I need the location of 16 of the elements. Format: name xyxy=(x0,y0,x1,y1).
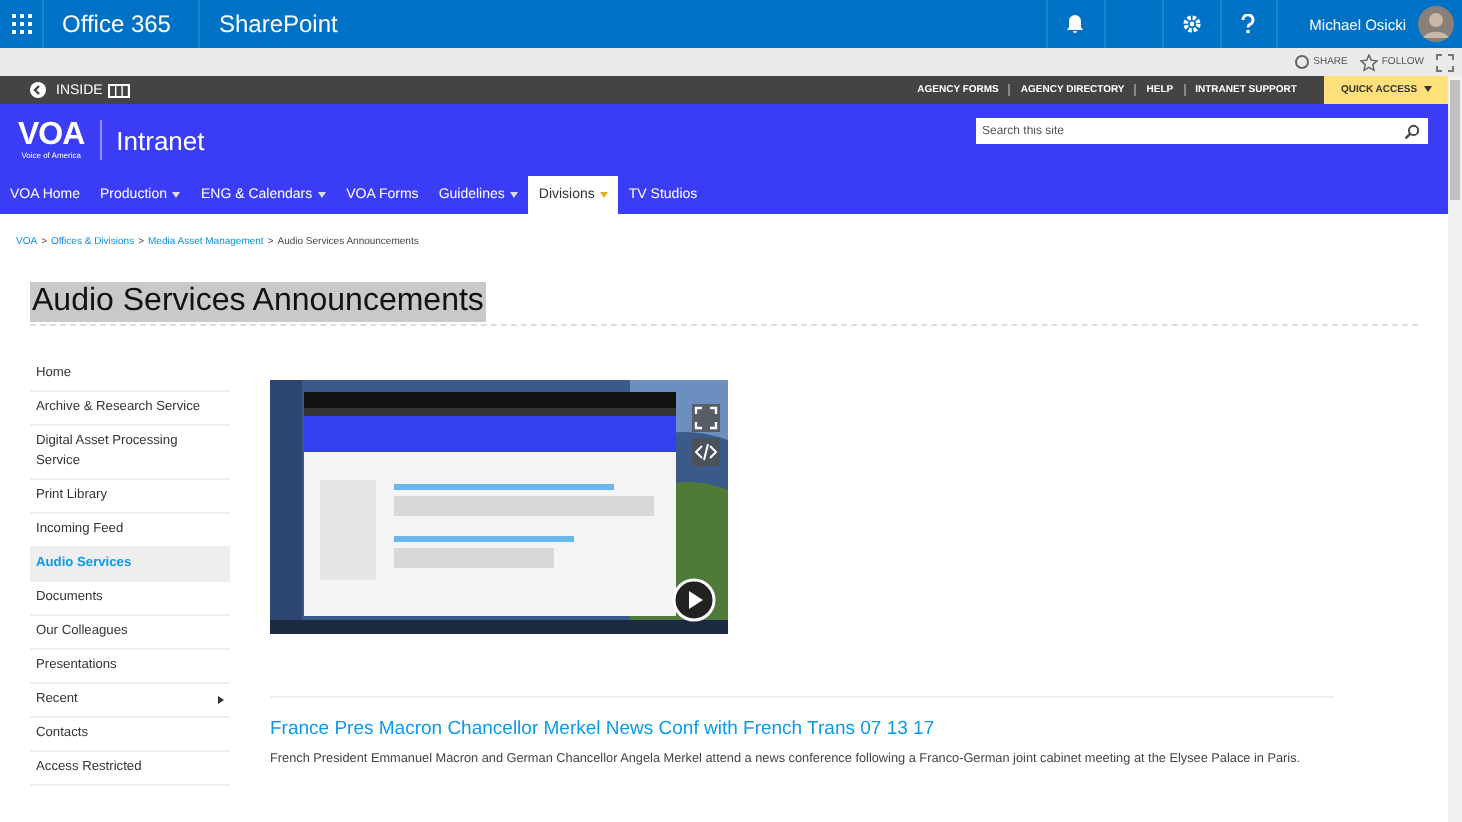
logo-icon xyxy=(108,83,131,97)
app-name[interactable]: SharePoint xyxy=(200,10,338,38)
site-title[interactable]: Intranet xyxy=(116,125,205,155)
star-icon xyxy=(1359,53,1378,71)
scrollbar-thumb[interactable] xyxy=(1450,80,1460,200)
embed-button[interactable] xyxy=(692,438,720,466)
play-button[interactable] xyxy=(672,578,716,622)
avatar-icon[interactable] xyxy=(1418,6,1454,42)
focus-icon[interactable] xyxy=(1436,53,1454,71)
caret-icon xyxy=(1424,86,1432,92)
back-icon[interactable] xyxy=(30,82,46,98)
search-icon[interactable] xyxy=(1404,123,1420,139)
help-icon xyxy=(1240,14,1257,34)
fullscreen-button[interactable] xyxy=(692,404,720,432)
page-title: Audio Services Announcements xyxy=(30,282,486,322)
share-icon xyxy=(1293,54,1310,70)
